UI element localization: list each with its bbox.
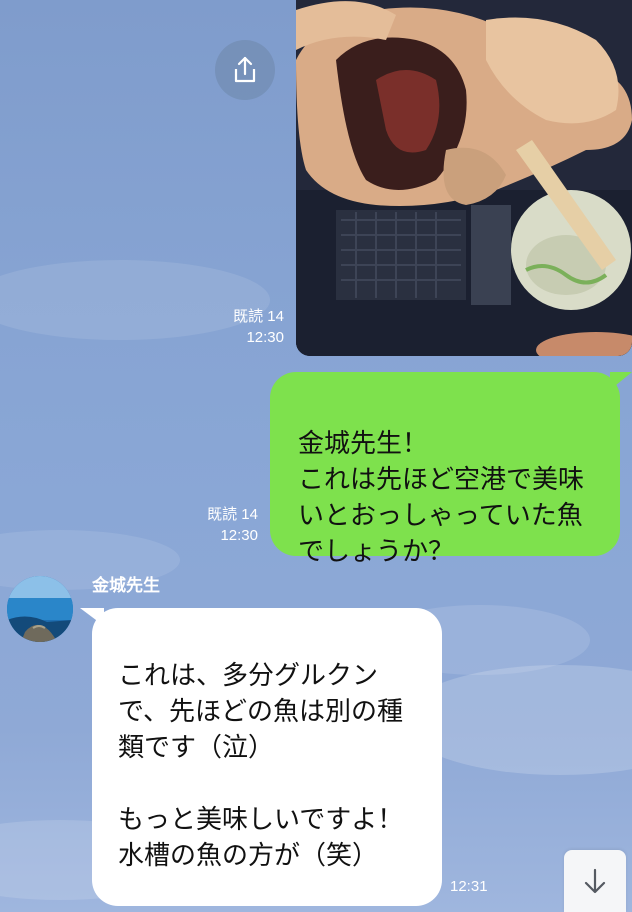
share-button[interactable] xyxy=(215,40,275,100)
read-receipt: 既読 14 xyxy=(207,506,258,523)
chevron-down-icon xyxy=(584,868,606,894)
received-message-bubble[interactable]: これは、多分グルクンで、先ほどの魚は別の種類です（泣） もっと美味しいですよ！ … xyxy=(92,608,442,906)
timestamp: 12:30 xyxy=(220,527,258,544)
timestamp: 12:30 xyxy=(246,329,284,346)
timestamp: 12:31 xyxy=(450,878,488,895)
received-message-text: これは、多分グルクンで、先ほどの魚は別の種類です（泣） もっと美味しいですよ！ … xyxy=(118,661,404,871)
sender-name: 金城先生 xyxy=(92,576,160,596)
photo-message[interactable] xyxy=(296,0,632,356)
sent-message-text: 金城先生！ これは先ほど空港で美味いとおっしゃっていた魚でしょうか？ xyxy=(298,429,585,567)
sent-message-meta: 既読 14 12:30 xyxy=(190,504,258,546)
share-icon xyxy=(234,56,256,83)
received-message-meta: 12:31 xyxy=(450,876,502,897)
scroll-to-bottom-button[interactable] xyxy=(564,850,626,912)
read-receipt: 既読 14 xyxy=(233,308,284,325)
sent-message-bubble[interactable]: 金城先生！ これは先ほど空港で美味いとおっしゃっていた魚でしょうか？ xyxy=(270,372,620,567)
photo-message-meta: 既読 14 12:30 xyxy=(222,306,284,348)
avatar[interactable] xyxy=(7,576,73,642)
avatar-image xyxy=(7,576,73,642)
fried-fish-photo xyxy=(296,0,632,356)
